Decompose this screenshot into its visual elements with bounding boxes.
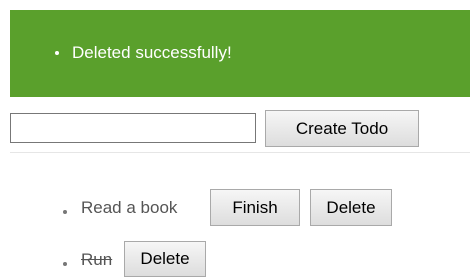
create-todo-button[interactable]: Create Todo [265, 110, 419, 147]
bullet-icon [55, 51, 59, 55]
todo-input[interactable] [10, 113, 256, 143]
flash-message-text: Deleted successfully! [72, 43, 232, 62]
bullet-icon [63, 210, 67, 214]
bullet-icon [63, 262, 67, 266]
flash-message-banner: Deleted successfully! [10, 10, 470, 97]
flash-message-item: Deleted successfully! [55, 43, 232, 63]
todo-text-completed: Run [81, 250, 113, 269]
finish-button[interactable]: Finish [210, 189, 300, 226]
divider [10, 152, 470, 153]
todo-app: Deleted successfully! Create Todo Read a… [0, 0, 470, 278]
delete-button[interactable]: Delete [310, 189, 392, 226]
delete-button[interactable]: Delete [124, 241, 206, 277]
todo-text: Read a book [81, 198, 178, 217]
